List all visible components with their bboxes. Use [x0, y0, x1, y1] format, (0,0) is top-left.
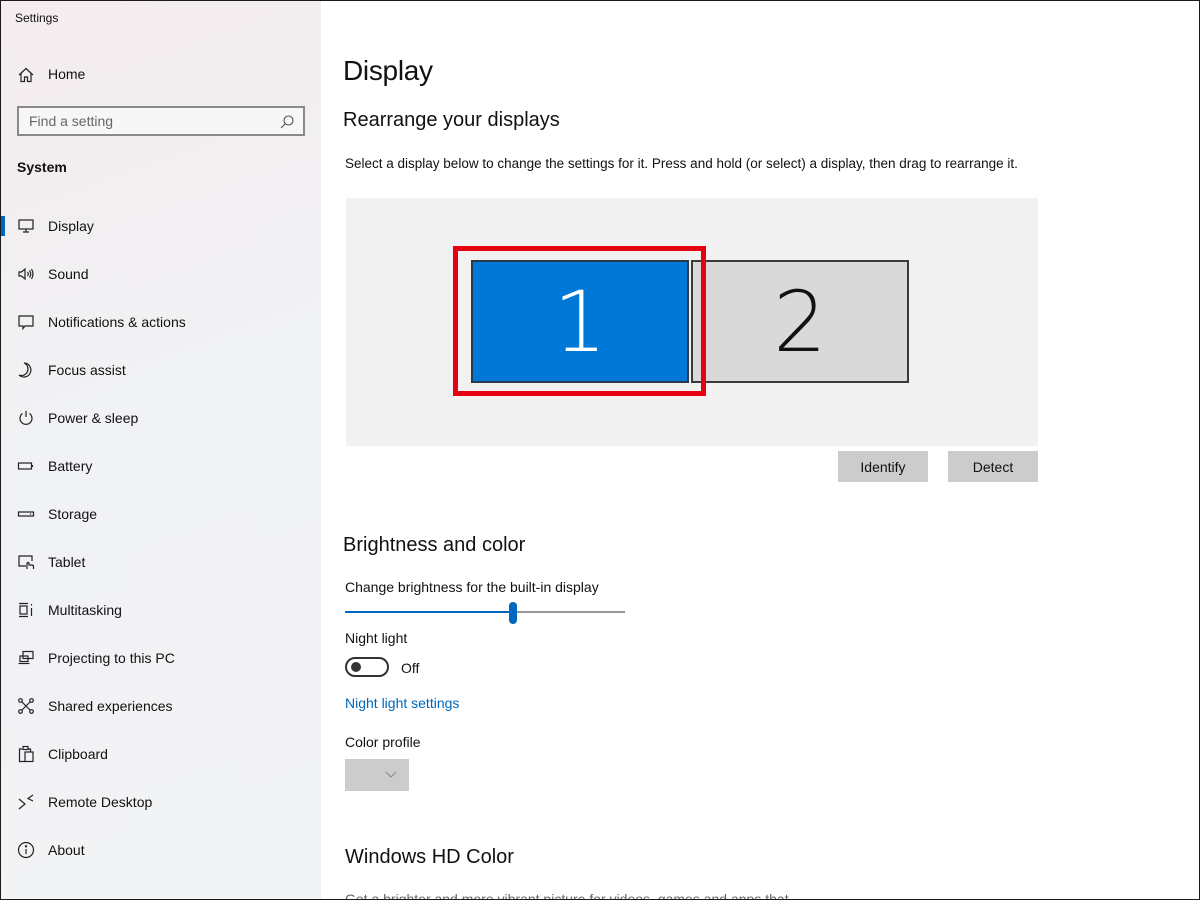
sidebar-item-label: Multitasking [48, 602, 122, 618]
battery-icon [17, 457, 35, 475]
sidebar-item-about[interactable]: About [1, 830, 321, 878]
main-content: Display Rearrange your displays Select a… [321, 1, 1199, 900]
sidebar-item-label: Projecting to this PC [48, 650, 175, 666]
sidebar-item-label: Battery [48, 458, 93, 474]
sidebar-item-label: Notifications & actions [48, 314, 186, 330]
color-profile-dropdown[interactable] [345, 759, 409, 791]
sidebar-item-shared-experiences[interactable]: Shared experiences [1, 686, 321, 734]
sidebar: Settings Home System Display [1, 1, 321, 899]
sidebar-item-power-sleep[interactable]: Power & sleep [1, 398, 321, 446]
night-light-settings-link[interactable]: Night light settings [345, 695, 459, 711]
moon-icon [17, 361, 35, 379]
rearrange-heading: Rearrange your displays [343, 109, 560, 131]
tablet-icon [17, 553, 35, 571]
search-icon[interactable] [279, 114, 295, 130]
sidebar-item-tablet[interactable]: Tablet [1, 542, 321, 590]
brightness-slider-label: Change brightness for the built-in displ… [345, 579, 599, 595]
speaker-icon [17, 265, 35, 283]
color-profile-label: Color profile [345, 734, 421, 750]
app-title: Settings [15, 11, 59, 25]
sidebar-item-label: Tablet [48, 554, 86, 570]
notification-icon [17, 313, 35, 331]
hd-color-description: Get a brighter and more vibrant picture … [345, 891, 789, 900]
shared-experiences-icon [17, 697, 35, 715]
sidebar-item-clipboard[interactable]: Clipboard [1, 734, 321, 782]
detect-button[interactable]: Detect [948, 451, 1038, 482]
monitor-2-tile[interactable]: 2 [691, 260, 909, 383]
monitor-icon [17, 217, 35, 235]
sidebar-item-projecting[interactable]: Projecting to this PC [1, 638, 321, 686]
sidebar-item-multitasking[interactable]: Multitasking [1, 590, 321, 638]
sidebar-item-label: Shared experiences [48, 698, 173, 714]
sidebar-item-storage[interactable]: Storage [1, 494, 321, 542]
sidebar-item-battery[interactable]: Battery [1, 446, 321, 494]
sidebar-item-focus-assist[interactable]: Focus assist [1, 350, 321, 398]
sidebar-nav-list: Display Sound Notifications & actions Fo… [1, 206, 321, 878]
sidebar-item-remote-desktop[interactable]: Remote Desktop [1, 782, 321, 830]
sidebar-item-notifications[interactable]: Notifications & actions [1, 302, 321, 350]
search-box[interactable] [17, 106, 305, 136]
sidebar-item-label: Display [48, 218, 94, 234]
brightness-heading: Brightness and color [343, 534, 526, 556]
brightness-slider[interactable] [345, 602, 625, 624]
sidebar-item-label: Storage [48, 506, 98, 522]
sidebar-item-sound[interactable]: Sound [1, 254, 321, 302]
sidebar-item-label: Power & sleep [48, 410, 139, 426]
sidebar-item-label: Focus assist [48, 362, 126, 378]
storage-icon [17, 505, 35, 523]
multitasking-icon [17, 601, 35, 619]
night-light-label: Night light [345, 630, 408, 646]
monitor-1-tile[interactable]: 1 [471, 260, 689, 383]
section-label-system: System [17, 159, 67, 175]
monitor-2-number: 2 [773, 272, 827, 371]
night-light-state: Off [401, 660, 420, 676]
home-icon [17, 66, 35, 84]
sidebar-item-label: Sound [48, 266, 89, 282]
slider-thumb[interactable] [509, 602, 517, 624]
sidebar-item-label: Clipboard [48, 746, 108, 762]
page-title: Display [343, 55, 433, 86]
toggle-knob [351, 662, 361, 672]
sidebar-home-label: Home [48, 66, 86, 82]
monitor-1-number: 1 [553, 272, 607, 371]
hd-color-heading: Windows HD Color [345, 846, 514, 868]
identify-button[interactable]: Identify [838, 451, 928, 482]
sidebar-item-label: Remote Desktop [48, 794, 153, 810]
sidebar-home[interactable]: Home [1, 59, 321, 91]
chevron-down-icon [385, 771, 397, 778]
search-input[interactable] [19, 108, 269, 134]
night-light-toggle[interactable] [345, 657, 389, 677]
sidebar-item-label: About [48, 842, 85, 858]
power-icon [17, 409, 35, 427]
slider-track-fill [345, 611, 513, 613]
rearrange-description: Select a display below to change the set… [345, 156, 1018, 171]
projecting-icon [17, 649, 35, 667]
sidebar-item-display[interactable]: Display [1, 206, 321, 254]
info-icon [17, 841, 35, 859]
display-arrangement-area: 1 2 [346, 198, 1038, 446]
remote-desktop-icon [17, 793, 35, 811]
clipboard-icon [17, 745, 35, 763]
settings-window: Settings Home System Display [0, 0, 1200, 900]
